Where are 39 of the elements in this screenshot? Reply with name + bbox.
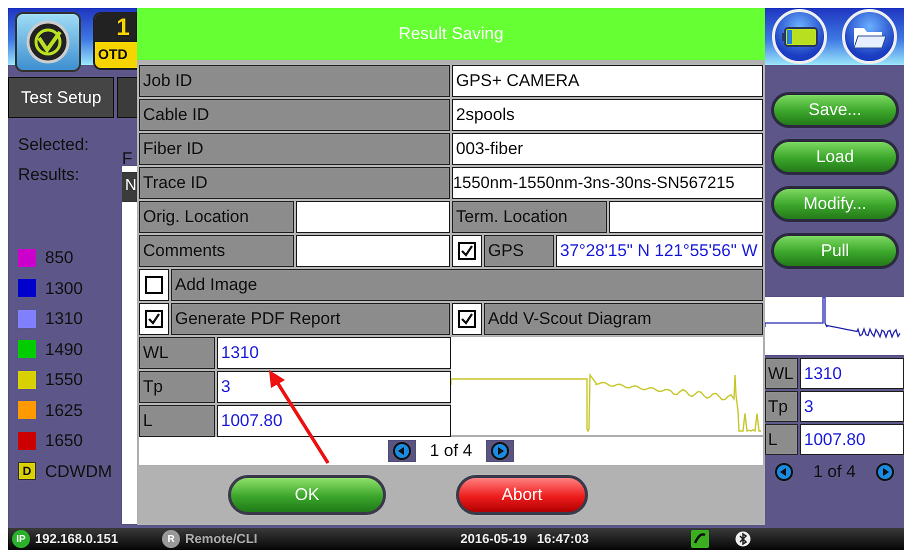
ip-address: 192.168.0.151: [35, 530, 118, 548]
field-label: Orig. Location: [139, 201, 294, 233]
legend-label: 1300: [45, 278, 83, 300]
option-label: Generate PDF Report: [171, 303, 450, 335]
legend-label: 1490: [45, 338, 83, 360]
legend-label: 1550: [45, 369, 83, 391]
field-label: Trace ID: [139, 167, 450, 199]
results-label: Results:: [18, 164, 80, 186]
legend-label: 1650: [45, 430, 83, 452]
ip-badge: IP: [12, 530, 30, 548]
field-label: Cable ID: [139, 99, 450, 131]
remote-status: Remote/CLI: [185, 530, 258, 548]
field-label: WL: [139, 337, 215, 369]
field-label: Tp: [139, 371, 215, 403]
page-indicator: 1 of 4: [430, 440, 472, 462]
dialog-title: Result Saving: [137, 8, 765, 60]
option-label: Add V-Scout Diagram: [484, 303, 763, 335]
option-label: Add Image: [171, 269, 763, 301]
legend-label: 850: [45, 247, 74, 269]
field-label: L: [765, 424, 798, 455]
remote-badge: R: [162, 530, 180, 548]
field-label: GPS: [484, 235, 554, 267]
field-label: Tp: [765, 391, 798, 422]
legend-label: 1310: [45, 308, 83, 330]
field-label: Job ID: [139, 65, 450, 97]
page-indicator: 1 of 4: [813, 461, 856, 483]
field-label: Term. Location: [452, 201, 607, 233]
field-label: WL: [765, 358, 798, 389]
field-label: Fiber ID: [139, 133, 450, 165]
legend-badge: D: [18, 462, 36, 480]
status-time: 16:47:03: [536, 530, 589, 548]
field-label: Comments: [139, 235, 294, 267]
selected-value: F: [122, 148, 134, 170]
legend-label: CDWDM: [45, 460, 112, 482]
status-date: 2016-05-19: [460, 530, 527, 548]
tab-label: OTD: [97, 45, 128, 64]
selected-label: Selected:: [18, 134, 90, 156]
legend-label: 1625: [45, 400, 83, 422]
field-label: L: [139, 405, 215, 437]
